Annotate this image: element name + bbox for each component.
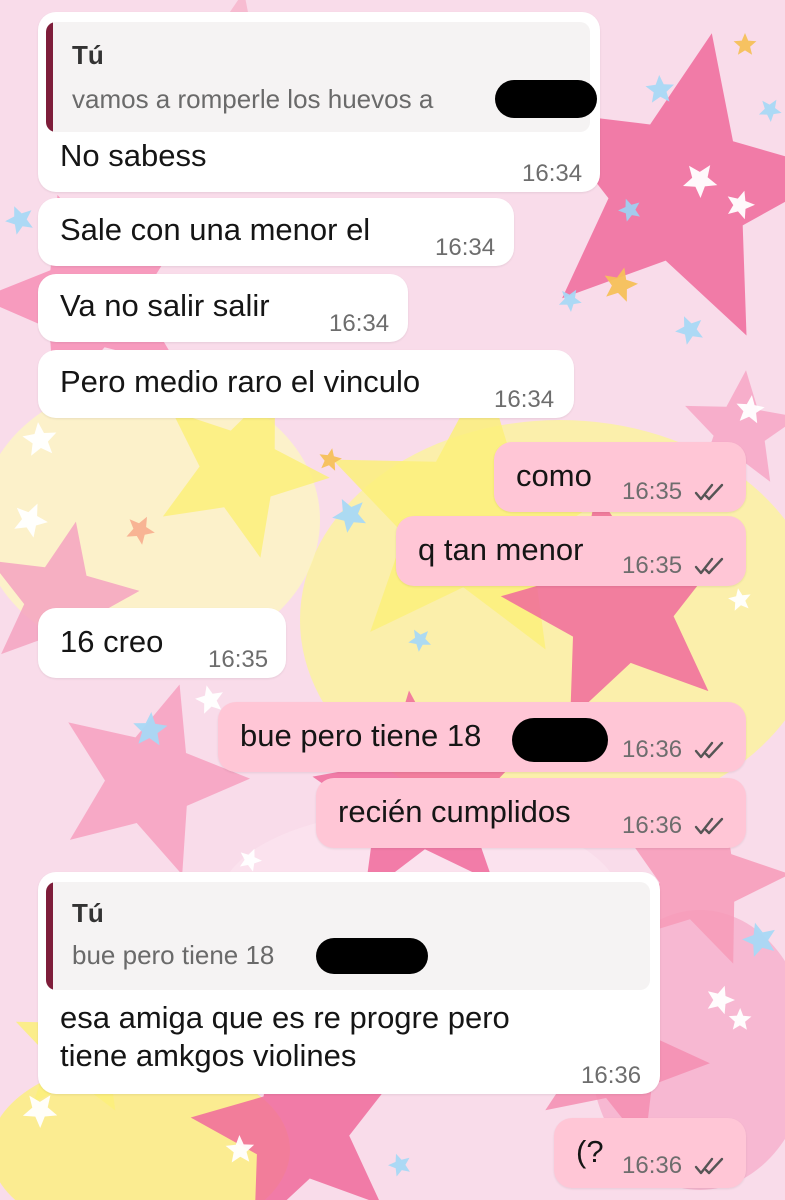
message-bubble-incoming[interactable]: Tú bue pero tiene 18 esa amiga que es re… <box>38 872 660 1094</box>
message-text: q tan menor <box>418 532 584 567</box>
read-receipt-double-check-icon <box>694 1157 724 1175</box>
message-bubble-incoming[interactable]: 16 creo 16:35 <box>38 608 286 678</box>
message-bubble-outgoing[interactable]: (? 16:36 <box>554 1118 746 1188</box>
reply-text: vamos a romperle los huevos a <box>72 84 434 114</box>
message-text: bue pero tiene 18 <box>240 718 482 753</box>
read-receipt-double-check-icon <box>694 741 724 759</box>
reply-author: Tú <box>72 898 104 928</box>
message-text: Pero medio raro el vinculo <box>60 364 421 399</box>
message-bubble-outgoing[interactable]: q tan menor 16:35 <box>396 516 746 586</box>
reply-quote-bar <box>46 882 53 990</box>
reply-quote-bar <box>46 22 53 132</box>
message-text-line-1: esa amiga que es re progre pero <box>60 1000 510 1035</box>
message-bubble-incoming[interactable]: Va no salir salir 16:34 <box>38 274 408 342</box>
redaction-mark <box>316 938 428 974</box>
read-receipt-double-check-icon <box>694 817 724 835</box>
message-time: 16:34 <box>522 160 583 187</box>
message-time: 16:35 <box>622 552 683 579</box>
message-time: 16:35 <box>208 646 269 673</box>
message-time: 16:36 <box>581 1062 642 1089</box>
message-time: 16:34 <box>494 386 555 413</box>
message-bubble-outgoing[interactable]: como 16:35 <box>494 442 746 512</box>
reply-author: Tú <box>72 40 104 70</box>
message-time: 16:35 <box>622 478 683 505</box>
message-text: 16 creo <box>60 624 164 659</box>
message-text: Va no salir salir <box>60 288 270 323</box>
message-time: 16:36 <box>622 736 683 763</box>
redaction-mark <box>512 718 608 762</box>
message-bubble-incoming[interactable]: Pero medio raro el vinculo 16:34 <box>38 350 574 418</box>
message-text: Sale con una menor el <box>60 212 371 247</box>
message-text: (? <box>576 1134 604 1169</box>
message-text: como <box>516 458 592 493</box>
message-time: 16:36 <box>622 812 683 839</box>
message-bubble-outgoing[interactable]: bue pero tiene 18 16:36 <box>218 702 746 772</box>
message-time: 16:34 <box>329 310 390 337</box>
message-bubble-incoming[interactable]: Sale con una menor el 16:34 <box>38 198 514 266</box>
read-receipt-double-check-icon <box>694 483 724 501</box>
message-text-line-2: tiene amkgos violines <box>60 1038 357 1073</box>
message-text: recién cumplidos <box>338 794 571 829</box>
message-text: No sabess <box>60 138 207 173</box>
reply-text: bue pero tiene 18 <box>72 940 275 970</box>
redaction-mark <box>495 80 597 118</box>
read-receipt-double-check-icon <box>694 557 724 575</box>
message-time: 16:34 <box>435 234 496 261</box>
message-time: 16:36 <box>622 1152 683 1179</box>
message-bubble-outgoing[interactable]: recién cumplidos 16:36 <box>316 778 746 848</box>
